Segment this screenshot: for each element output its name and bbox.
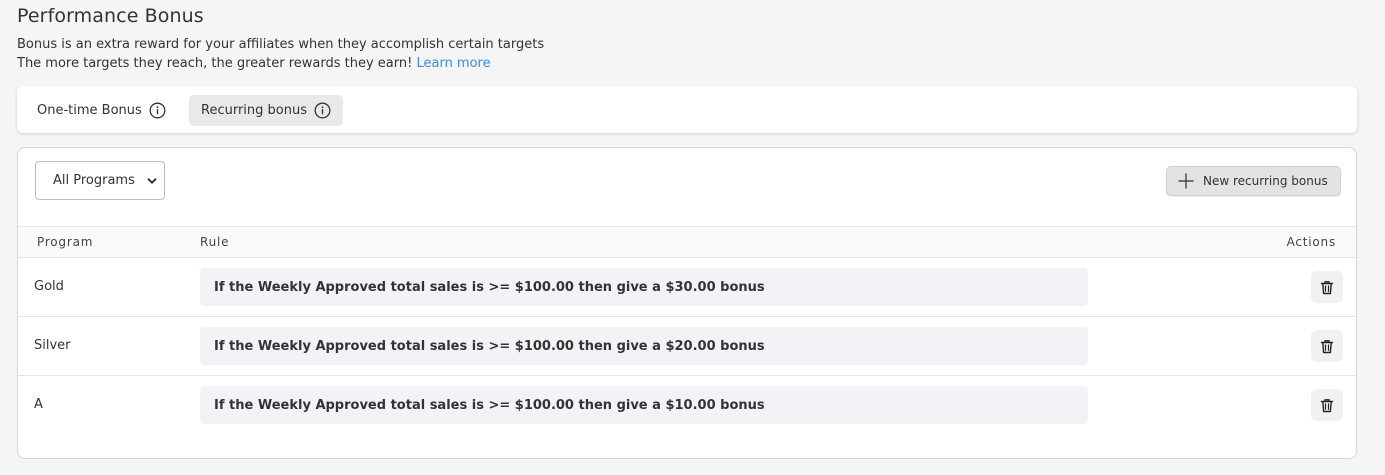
table-row: Silver If the Weekly Approved total sale… [18,317,1356,376]
tab-recurring-bonus[interactable]: Recurring bonus [189,95,343,126]
delete-button[interactable] [1311,271,1343,303]
page-description-line1: Bonus is an extra reward for your affili… [17,37,545,52]
program-name: Silver [34,338,71,353]
table-row: Gold If the Weekly Approved total sales … [18,258,1356,317]
tab-one-time-bonus[interactable]: One-time Bonus [25,95,178,126]
delete-button[interactable] [1311,330,1343,362]
column-header-program: Program [37,235,94,249]
program-name: A [34,397,43,412]
table-header: Program Rule Actions [18,226,1356,258]
plus-icon [1177,172,1195,190]
info-icon[interactable] [314,102,331,119]
bonus-type-tabs: One-time Bonus Recurring bonus [17,86,1357,133]
rule-text: If the Weekly Approved total sales is >=… [200,268,1088,306]
trash-icon [1320,339,1334,354]
program-name: Gold [34,279,64,294]
rule-text: If the Weekly Approved total sales is >=… [200,327,1088,365]
page-description-text: The more targets they reach, the greater… [17,56,413,71]
page-title: Performance Bonus [17,5,204,27]
tab-label: One-time Bonus [37,103,142,118]
tab-label: Recurring bonus [201,103,307,118]
recurring-bonus-panel: All Programs New recurring bonus Program… [17,147,1357,459]
info-icon[interactable] [149,102,166,119]
column-header-rule: Rule [200,235,230,249]
trash-icon [1320,398,1334,413]
chevron-down-icon [146,175,158,187]
new-recurring-bonus-label: New recurring bonus [1203,174,1328,188]
program-filter-value: All Programs [53,173,135,188]
page-description-line2: The more targets they reach, the greater… [17,56,491,71]
trash-icon [1320,280,1334,295]
rule-text: If the Weekly Approved total sales is >=… [200,386,1088,424]
table-row: A If the Weekly Approved total sales is … [18,376,1356,435]
learn-more-link[interactable]: Learn more [416,56,490,71]
program-filter-select[interactable]: All Programs [35,161,165,200]
new-recurring-bonus-button[interactable]: New recurring bonus [1166,166,1341,196]
performance-bonus-page: Performance Bonus Bonus is an extra rewa… [0,0,1385,475]
column-header-actions: Actions [1286,235,1336,249]
delete-button[interactable] [1311,389,1343,421]
